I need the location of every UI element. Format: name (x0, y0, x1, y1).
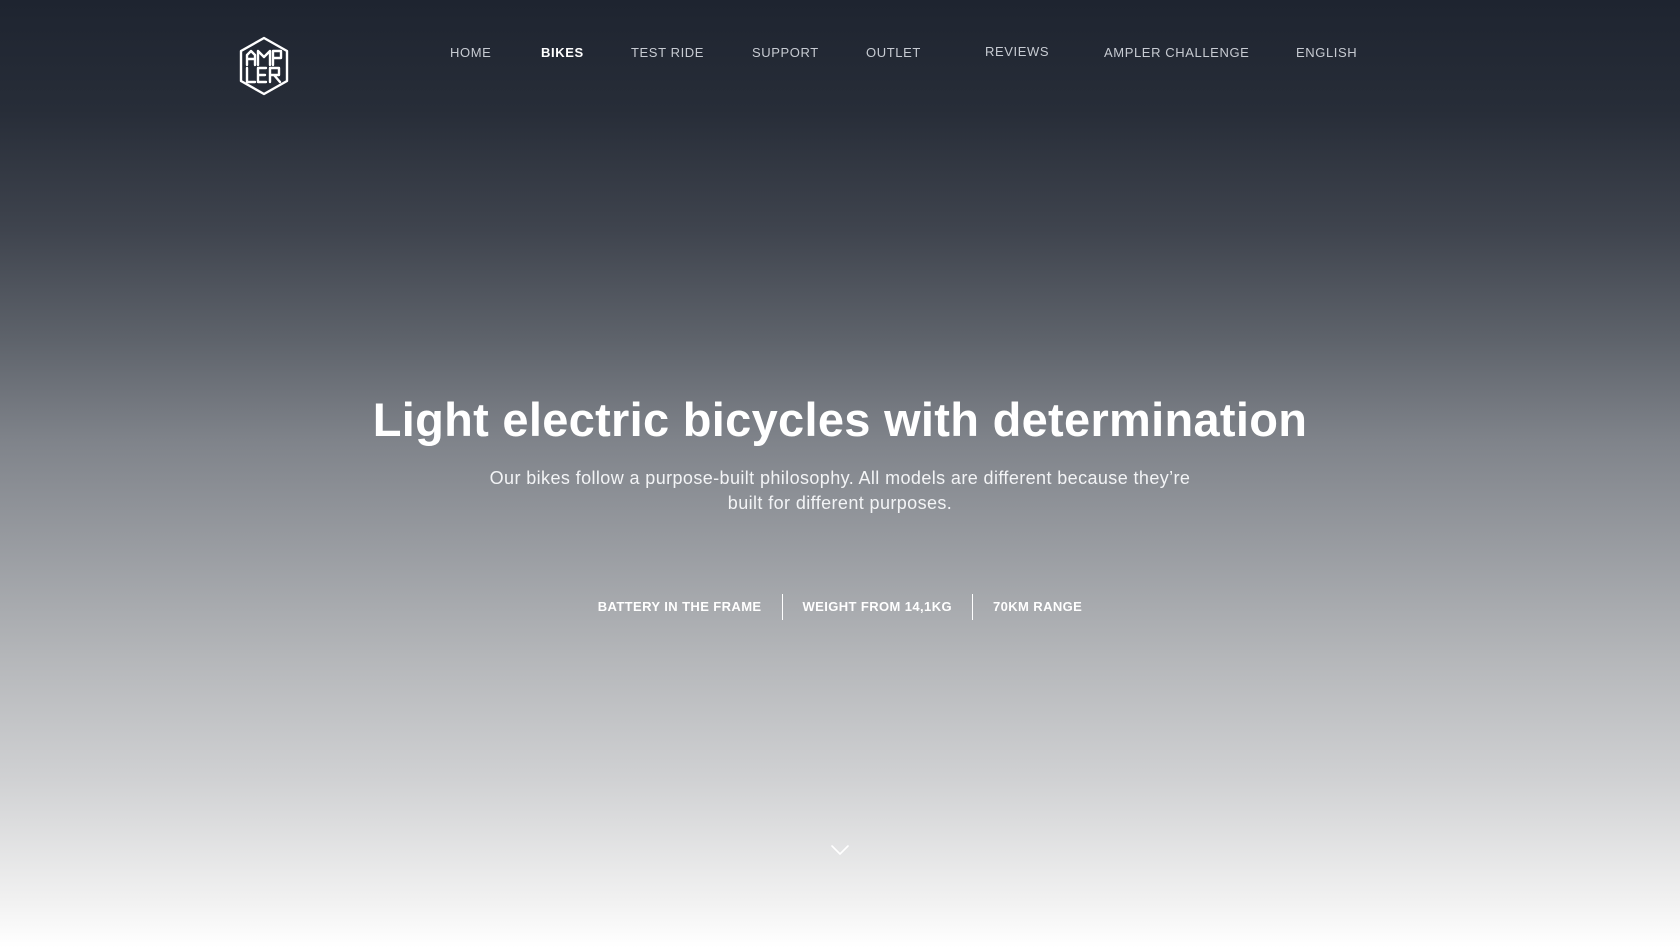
nav-outlet[interactable]: OUTLET (866, 44, 921, 61)
scroll-down-button[interactable] (830, 843, 850, 857)
hero-title: Light electric bicycles with determinati… (372, 393, 1308, 446)
nav-ampler-challenge[interactable]: AMPLER CHALLENGE (1104, 44, 1249, 61)
nav-bikes[interactable]: BIKES (541, 44, 584, 61)
main-nav: HOME BIKES TEST RIDE SUPPORT OUTLET REVI… (0, 44, 1680, 64)
nav-test-ride[interactable]: TEST RIDE (631, 44, 704, 61)
nav-language[interactable]: ENGLISH (1296, 44, 1357, 61)
feature-battery: BATTERY IN THE FRAME (597, 599, 762, 614)
chevron-down-icon (831, 845, 849, 855)
nav-reviews[interactable]: REVIEWS (985, 43, 1049, 60)
nav-home[interactable]: HOME (450, 44, 491, 61)
feature-range: 70KM RANGE (993, 599, 1083, 614)
hero-subtitle: Our bikes follow a purpose-built philoso… (489, 468, 1191, 513)
nav-support[interactable]: SUPPORT (752, 44, 819, 61)
feature-list: BATTERY IN THE FRAME WEIGHT FROM 14,1KG … (0, 594, 1680, 620)
feature-weight: WEIGHT FROM 14,1KG (802, 599, 952, 614)
